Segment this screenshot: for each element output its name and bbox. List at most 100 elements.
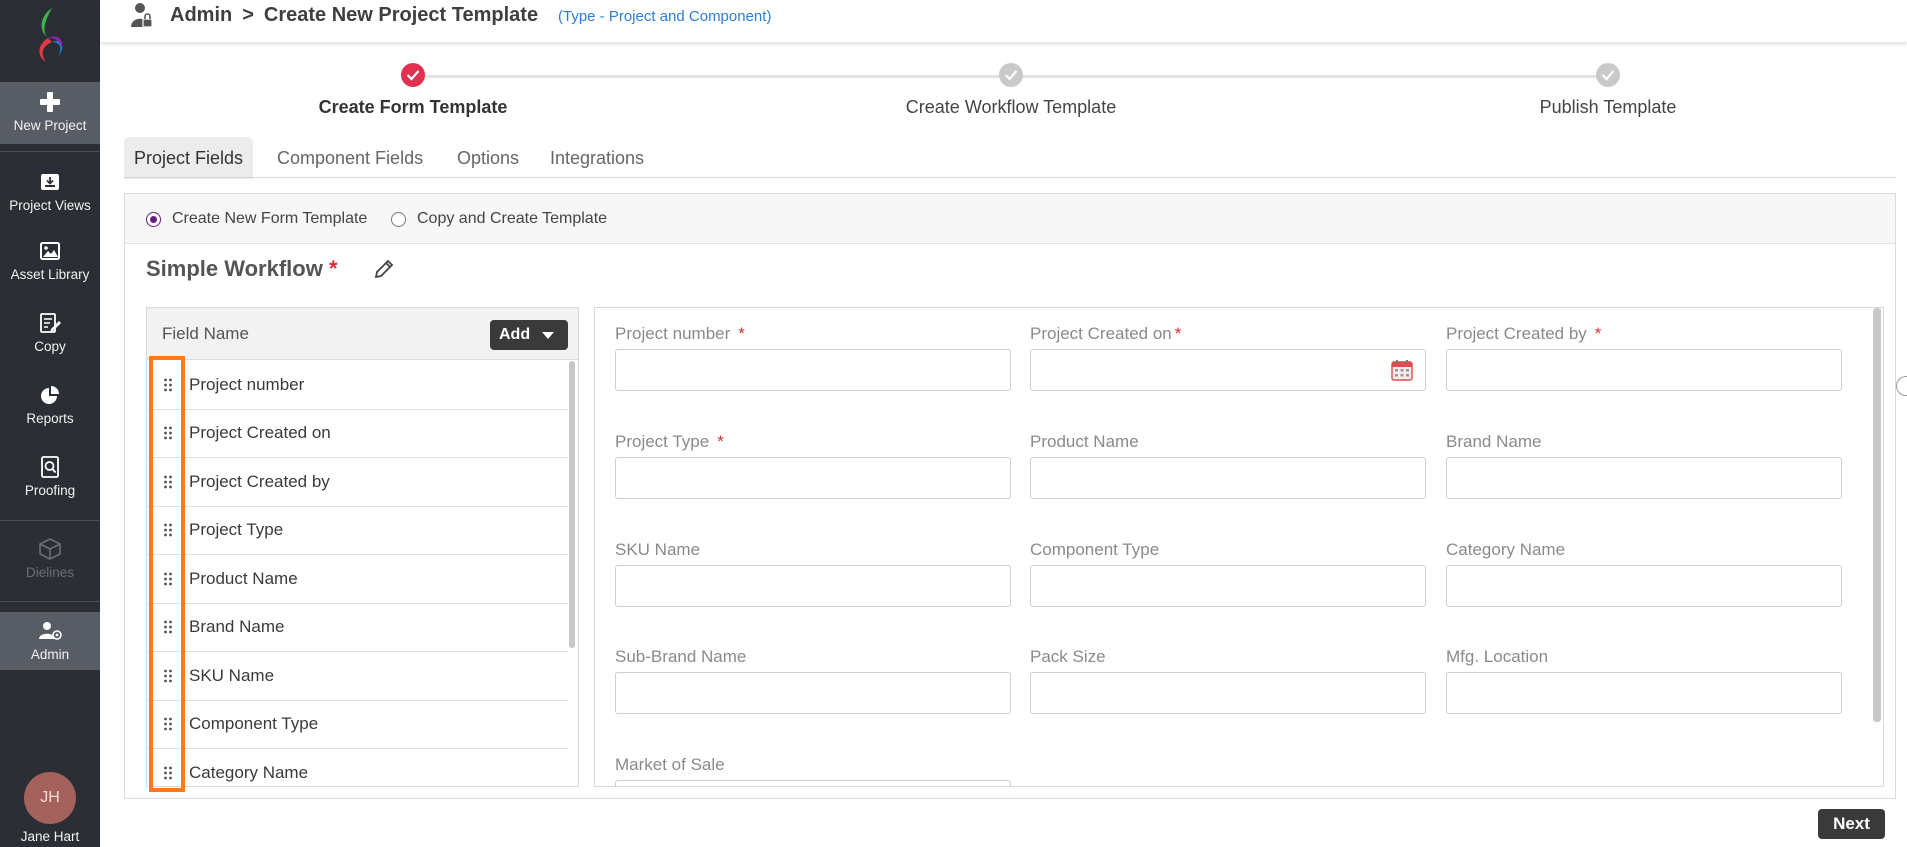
- form-field-label: Sub-Brand Name: [615, 647, 746, 667]
- form-field-input[interactable]: [1446, 457, 1842, 499]
- form-field-input[interactable]: [1446, 349, 1842, 391]
- add-button-label: Add: [499, 326, 531, 343]
- form-field-label: Category Name: [1446, 540, 1565, 560]
- sidebar: New Project Project Views Asset Library …: [0, 0, 100, 847]
- pie-chart-icon: [38, 383, 62, 407]
- form-field-input[interactable]: [615, 349, 1011, 391]
- field-list-item[interactable]: Project Created by: [147, 458, 568, 507]
- required-asterisk: *: [328, 256, 338, 281]
- form-field-label: Brand Name: [1446, 432, 1541, 452]
- tab-component-fields[interactable]: Component Fields: [267, 137, 433, 179]
- field-list-item-label: Project Type: [189, 520, 284, 540]
- search-document-icon: [38, 455, 62, 479]
- step-connector: [1011, 75, 1608, 78]
- app-logo[interactable]: [22, 4, 78, 66]
- tab-integrations[interactable]: Integrations: [540, 137, 654, 179]
- pencil-icon[interactable]: [373, 258, 395, 285]
- sidebar-item-label: Copy: [34, 339, 66, 354]
- field-list-item[interactable]: Product Name: [147, 555, 568, 604]
- field-list-item[interactable]: Project Created on: [147, 409, 568, 458]
- form-field-label: Project number *: [615, 324, 745, 344]
- breadcrumb-section[interactable]: Admin: [170, 4, 232, 26]
- admin-user-icon: [130, 2, 154, 33]
- form-field-input[interactable]: [1446, 565, 1842, 607]
- panel-collapse-handle[interactable]: [1896, 376, 1907, 396]
- sidebar-item-admin[interactable]: Admin: [0, 612, 100, 670]
- avatar[interactable]: JH: [24, 772, 76, 824]
- sidebar-item-label: Reports: [26, 411, 74, 426]
- form-field-label: Pack Size: [1030, 647, 1106, 667]
- add-field-button[interactable]: Add: [490, 320, 568, 350]
- form-field-label: Project Created by *: [1446, 324, 1601, 344]
- plus-icon: [38, 90, 62, 114]
- tab-options[interactable]: Options: [447, 137, 529, 179]
- form-field-label: Project Type *: [615, 432, 724, 452]
- sidebar-item-copy[interactable]: Copy: [0, 311, 100, 354]
- required-asterisk: *: [738, 324, 745, 343]
- radio-create-new-template[interactable]: Create New Form Template: [146, 210, 367, 228]
- field-list-item-label: Project number: [189, 374, 305, 394]
- breadcrumb: Admin > Create New Project Template: [170, 4, 538, 27]
- field-list-header: Field Name Add: [147, 308, 578, 360]
- sidebar-item-new-project[interactable]: New Project: [0, 82, 100, 144]
- tab-project-fields[interactable]: Project Fields: [124, 137, 254, 179]
- form-preview-scrollbar[interactable]: [1873, 308, 1881, 722]
- form-field-label: Market of Sale: [615, 755, 725, 775]
- sidebar-item-label: Dielines: [25, 565, 75, 580]
- field-list-scrollbar[interactable]: [569, 361, 575, 648]
- next-button[interactable]: Next: [1818, 809, 1885, 839]
- form-field-input[interactable]: [1030, 349, 1426, 391]
- form-field-label-text: Category Name: [1446, 540, 1566, 559]
- template-name: Simple Workflow: [146, 256, 323, 281]
- form-field-label-text: Project Created by: [1446, 324, 1587, 343]
- step-label-publish: Publish Template: [1539, 97, 1677, 117]
- form-field-input[interactable]: [615, 457, 1011, 499]
- tabs-divider: [124, 177, 1896, 178]
- sidebar-item-reports[interactable]: Reports: [0, 383, 100, 426]
- field-list-item[interactable]: SKU Name: [147, 652, 568, 701]
- form-field-input[interactable]: [1030, 672, 1426, 714]
- radio-unselected-indicator[interactable]: [391, 211, 406, 227]
- sidebar-item-label: Proofing: [24, 483, 76, 498]
- field-list-item[interactable]: Project number: [147, 361, 568, 410]
- drag-handles-highlight: [149, 356, 185, 792]
- sidebar-item-label: Admin: [30, 647, 70, 662]
- form-field-input[interactable]: [1446, 672, 1842, 714]
- template-type-note: (Type - Project and Component): [558, 8, 772, 25]
- form-field-label-text: SKU Name: [615, 540, 701, 559]
- header: Admin > Create New Project Template (Type …: [100, 0, 1907, 42]
- form-field-input[interactable]: [615, 780, 1011, 786]
- template-mode-bar: Create New Form Template Copy and Create…: [125, 194, 1895, 244]
- radio-selected-indicator[interactable]: [146, 211, 161, 227]
- field-list-panel: Field Name Add Project number Project Cre…: [146, 307, 579, 787]
- field-list-item[interactable]: Brand Name: [147, 603, 568, 652]
- form-field-input[interactable]: [1030, 457, 1426, 499]
- calendar-icon[interactable]: [1391, 359, 1413, 386]
- step-pending-check-icon: [1596, 63, 1620, 87]
- form-field-label-text: Component Type: [1030, 540, 1160, 559]
- field-list-item-label: Product Name: [189, 568, 298, 588]
- radio-copy-template[interactable]: Copy and Create Template: [391, 210, 607, 228]
- field-list-item[interactable]: Component Type: [147, 700, 568, 749]
- field-list-item[interactable]: Project Type: [147, 506, 568, 555]
- sidebar-item-dielines[interactable]: Dielines: [0, 537, 100, 580]
- form-field-input[interactable]: [615, 565, 1011, 607]
- step-connector: [413, 75, 1011, 78]
- form-field-label: Component Type: [1030, 540, 1159, 560]
- field-list-item[interactable]: Category Name: [147, 749, 568, 786]
- field-list-item-label: Project Created by: [189, 471, 330, 491]
- form-field-label-text: Market of Sale: [615, 755, 725, 774]
- sidebar-item-proofing[interactable]: Proofing: [0, 455, 100, 498]
- field-list-item-label: Project Created on: [189, 423, 331, 443]
- form-field-input[interactable]: [1030, 565, 1426, 607]
- sidebar-item-project-views[interactable]: Project Views: [0, 170, 100, 213]
- caret-down-icon: [542, 331, 555, 339]
- breadcrumb-separator: >: [242, 4, 254, 26]
- field-list-item-label: Brand Name: [189, 617, 285, 637]
- form-field-label: Project Created on *: [1030, 324, 1181, 344]
- sidebar-item-asset-library[interactable]: Asset Library: [0, 239, 100, 282]
- field-list-item-label: Category Name: [189, 762, 309, 782]
- step-pending-check-icon: [999, 63, 1023, 87]
- form-field-label-text: Project Created on: [1030, 324, 1172, 343]
- form-field-input[interactable]: [615, 672, 1011, 714]
